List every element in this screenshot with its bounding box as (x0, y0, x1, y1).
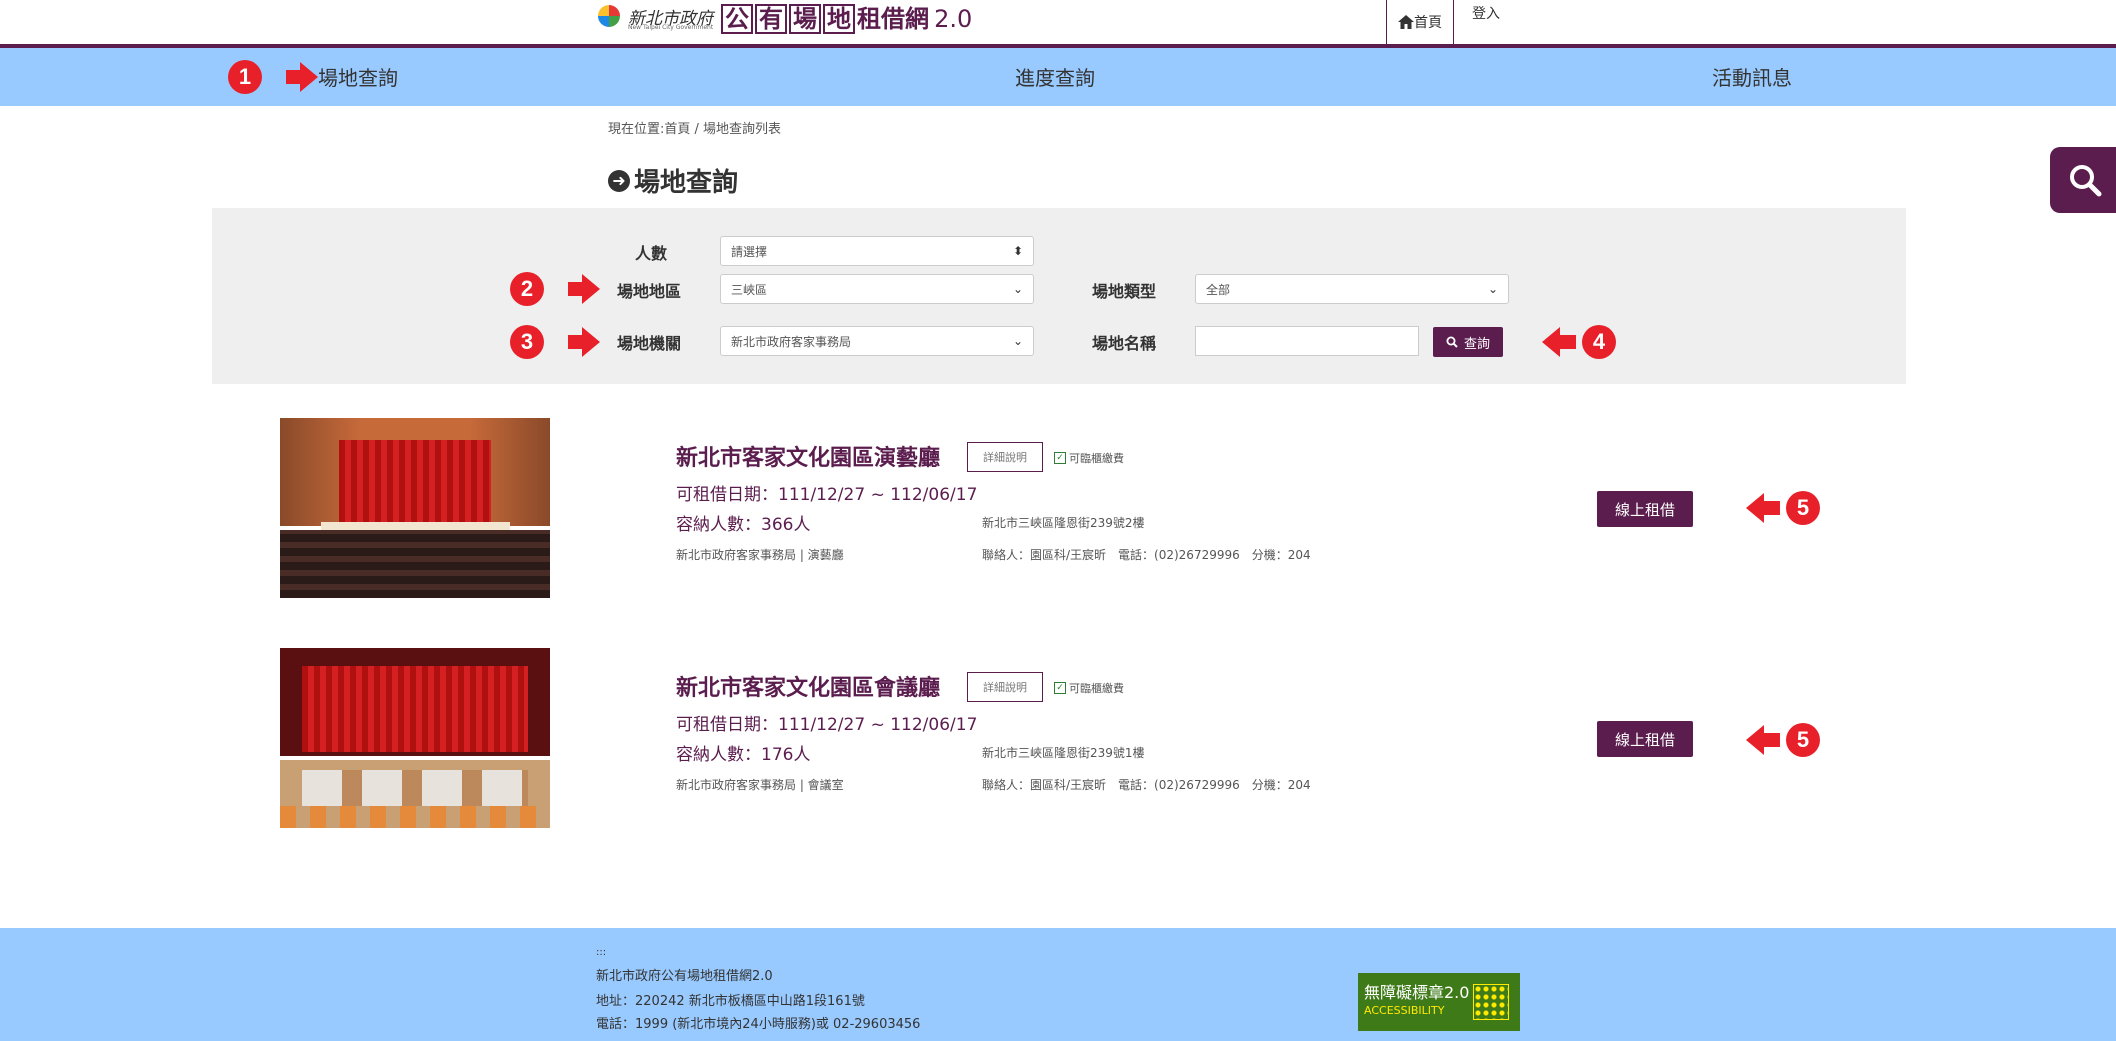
page-title-text: 場地查詢 (634, 168, 739, 198)
agency-label: 場地機關 (617, 334, 682, 353)
online-rent-button[interactable]: 線上租借 (1597, 491, 1693, 527)
logo-version: 2.0 (934, 4, 973, 33)
venue-address: 新北市三峽區隆恩街239號2樓 (982, 516, 1145, 530)
nav-item-progress[interactable]: 進度查詢 (1015, 62, 1095, 91)
footer-accesskey[interactable]: ::: (596, 947, 606, 958)
nav-item-events[interactable]: 活動訊息 (1712, 62, 1792, 91)
arrow-left-icon (1542, 327, 1576, 357)
page-title: ➜ 場地查詢 (608, 162, 738, 199)
logo-char: 地 (823, 3, 855, 34)
chevron-down-icon: ⌄ (1487, 282, 1498, 296)
breadcrumb: 現在位置:首頁 / 場地查詢列表 (608, 122, 782, 137)
search-button[interactable]: 查詢 (1433, 327, 1503, 357)
marker-number: 2 (510, 272, 544, 306)
venue-title[interactable]: 新北市客家文化園區演藝廳 (676, 440, 940, 472)
logo-text: 租借網 (857, 4, 929, 33)
checkbox-icon: ✓ (1054, 682, 1066, 694)
type-select[interactable]: 全部 ⌄ (1195, 274, 1509, 304)
people-label: 人數 (635, 244, 668, 263)
detail-button[interactable]: 詳細說明 (967, 672, 1043, 702)
area-select[interactable]: 三峽區 ⌄ (720, 274, 1034, 304)
marker-number: 5 (1786, 723, 1820, 757)
name-label: 場地名稱 (1092, 334, 1157, 353)
counter-pay-label: 可臨櫃繳費 (1069, 682, 1124, 695)
annotation-marker-5: 5 (1728, 491, 1820, 525)
braille-dots-icon (1473, 984, 1510, 1020)
login-link[interactable]: 登入 (1472, 0, 1500, 28)
nav-item-venue-search[interactable]: 場地查詢 (318, 62, 398, 91)
logo-gov-en: New Taipei City Government (628, 24, 714, 31)
floating-search-button[interactable] (2050, 147, 2116, 213)
people-select-value: 請選擇 (731, 244, 768, 259)
annotation-marker-2: 2 (510, 272, 600, 306)
venue-title[interactable]: 新北市客家文化園區會議廳 (676, 670, 940, 702)
search-icon (1446, 336, 1458, 348)
site-header (0, 0, 2116, 48)
chevron-down-icon: ⌄ (1012, 282, 1023, 296)
rental-date: 可租借日期：111/12/27 ~ 112/06/17 (676, 485, 978, 505)
search-button-label: 查詢 (1463, 336, 1490, 352)
logo-char: 場 (789, 3, 821, 34)
venue-contact: 聯絡人：園區科/王宸昕 電話：(02)26729996 分機：204 (982, 778, 1311, 792)
venue-name-input[interactable] (1195, 326, 1419, 356)
accessibility-badge[interactable]: 無障礙標章2.0 ACCESSIBILITY (1358, 973, 1520, 1031)
annotation-marker-4: 4 (1524, 325, 1616, 359)
arrow-circle-right-icon: ➜ (608, 169, 630, 192)
annotation-marker-3: 3 (510, 325, 600, 359)
agency-select[interactable]: 新北市政府客家事務局 ⌄ (720, 326, 1034, 356)
arrow-left-icon (1746, 493, 1780, 523)
marker-number: 5 (1786, 491, 1820, 525)
footer-address: 地址：220242 新北市板橋區中山路1段161號 (596, 994, 865, 1009)
type-label: 場地類型 (1092, 282, 1157, 301)
arrow-right-icon (568, 274, 600, 304)
site-footer (0, 928, 2116, 1041)
counter-pay-flag: ✓ 可臨櫃繳費 (1054, 450, 1124, 466)
online-rent-button[interactable]: 線上租借 (1597, 721, 1693, 757)
venue-contact: 聯絡人：園區科/王宸昕 電話：(02)26729996 分機：204 (982, 548, 1311, 562)
footer-site-name: 新北市政府公有場地租借網2.0 (596, 969, 773, 984)
marker-number: 1 (228, 60, 262, 94)
rental-date: 可租借日期：111/12/27 ~ 112/06/17 (676, 715, 978, 735)
venue-org: 新北市政府客家事務局 | 會議室 (676, 778, 844, 792)
arrow-left-icon (1746, 725, 1780, 755)
venue-org: 新北市政府客家事務局 | 演藝廳 (676, 548, 844, 562)
capacity: 容納人數：176人 (676, 745, 811, 765)
arrow-right-icon (568, 327, 600, 357)
type-select-value: 全部 (1206, 282, 1231, 297)
detail-button[interactable]: 詳細說明 (967, 442, 1043, 472)
site-logo[interactable]: 新北市政府 New Taipei City Government 公有場地租借網… (598, 0, 972, 36)
updown-icon: ⬍ (1012, 244, 1023, 258)
counter-pay-flag: ✓ 可臨櫃繳費 (1054, 680, 1124, 696)
area-select-value: 三峽區 (731, 282, 768, 297)
checkbox-icon: ✓ (1054, 452, 1066, 464)
badge-title: 無障礙標章2.0 (1364, 983, 1470, 1002)
arrow-right-icon (286, 62, 318, 92)
area-label: 場地地區 (617, 282, 682, 301)
search-icon (2070, 165, 2102, 197)
venue-address: 新北市三峽區隆恩街239號1樓 (982, 746, 1145, 760)
footer-phone: 電話：1999 (新北市境內24小時服務)或 02-29603456 (596, 1017, 921, 1032)
home-label: 首頁 (1414, 15, 1442, 31)
chevron-down-icon: ⌄ (1012, 334, 1023, 348)
venue-photo[interactable] (280, 418, 550, 598)
logo-char: 有 (755, 3, 787, 34)
annotation-marker-5: 5 (1728, 723, 1820, 757)
annotation-marker-1: 1 (228, 60, 318, 94)
home-icon (1398, 15, 1414, 29)
marker-number: 4 (1582, 325, 1616, 359)
counter-pay-label: 可臨櫃繳費 (1069, 452, 1124, 465)
badge-sub: ACCESSIBILITY (1364, 1004, 1445, 1017)
capacity: 容納人數：366人 (676, 515, 811, 535)
logo-char: 公 (721, 3, 753, 34)
city-seal-icon (598, 5, 620, 27)
marker-number: 3 (510, 325, 544, 359)
people-select[interactable]: 請選擇 ⬍ (720, 236, 1034, 266)
search-panel: 人數 請選擇 ⬍ 場地地區 三峽區 ⌄ 場地類型 全部 ⌄ 場地機關 新北市政府… (212, 208, 1906, 384)
agency-select-value: 新北市政府客家事務局 (731, 334, 852, 349)
accessibility-badge-icon: 無障礙標章2.0 ACCESSIBILITY (1364, 984, 1469, 1020)
home-link[interactable]: 首頁 (1386, 0, 1454, 44)
venue-photo[interactable] (280, 648, 550, 828)
